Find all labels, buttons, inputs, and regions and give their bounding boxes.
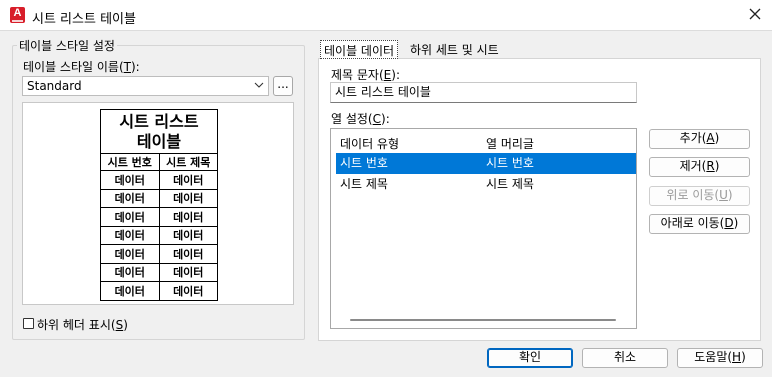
preview-header-sheet-number: 시트 번호 (100, 153, 160, 171)
add-button[interactable]: 추가(A) (649, 129, 750, 149)
column-settings-list[interactable]: 데이터 유형 열 머리글 시트 번호 시트 번호 시트 제목 시트 제목 (330, 128, 637, 329)
list-item-type: 시트 제목 (340, 177, 388, 191)
move-up-button[interactable]: 위로 이동(U) (649, 186, 750, 206)
column-header-data-type[interactable]: 데이터 유형 (340, 133, 399, 155)
table-style-value: Standard (27, 79, 82, 93)
title-text-input[interactable]: 시트 리스트 테이블 (330, 82, 637, 103)
help-button[interactable]: 도움말(H) (677, 348, 763, 368)
table-preview: 시트 리스트 테이블 시트 번호 시트 제목 데이터 데이터 데이터 데이터 데이터 데이터… (22, 102, 294, 305)
ok-button[interactable]: 확인 (487, 348, 573, 368)
preview-cell: 데이터 (158, 188, 218, 208)
chevron-down-icon (254, 82, 264, 88)
close-button[interactable] (740, 2, 770, 28)
preview-row: 데이터 데이터 (100, 225, 218, 245)
subheader-checkbox[interactable] (23, 318, 34, 329)
preview-cell: 데이터 (100, 170, 160, 190)
window-title: 시트 리스트 테이블 (32, 12, 136, 27)
preview-table: 시트 리스트 테이블 시트 번호 시트 제목 데이터 데이터 데이터 데이터 데이터 데이터… (100, 109, 218, 301)
cancel-button[interactable]: 취소 (582, 348, 668, 368)
browse-table-style-button[interactable]: ... (273, 76, 293, 96)
table-style-name-label: 테이블 스타일 이름(T): (23, 60, 140, 74)
title-text-label: 제목 문자(E): (331, 68, 400, 82)
preview-cell: 데이터 (100, 188, 160, 208)
list-item-heading: 시트 번호 (486, 156, 534, 170)
table-style-group-title: 테이블 스타일 설정 (17, 37, 117, 54)
column-settings-label: 열 설정(C): (331, 112, 390, 126)
subheader-checkbox-label: 하위 헤더 표시(S) (37, 318, 128, 332)
remove-button[interactable]: 제거(R) (649, 157, 750, 177)
tab-subsets-and-sheets[interactable]: 하위 세트 및 시트 (407, 40, 502, 59)
preview-cell: 데이터 (158, 170, 218, 190)
preview-title: 시트 리스트 테이블 (100, 109, 218, 154)
preview-cell: 데이터 (100, 225, 160, 245)
preview-row: 데이터 데이터 (100, 244, 218, 264)
horizontal-scrollbar[interactable] (350, 319, 616, 321)
preview-cell: 데이터 (158, 244, 218, 264)
preview-row: 데이터 데이터 (100, 207, 218, 227)
table-style-select[interactable]: Standard (22, 76, 269, 96)
tab-table-data[interactable]: 테이블 데이터 (320, 40, 399, 59)
preview-cell: 데이터 (100, 207, 160, 227)
list-item[interactable]: 시트 번호 시트 번호 (336, 153, 636, 174)
preview-cell: 데이터 (158, 262, 218, 282)
preview-cell: 데이터 (100, 281, 160, 301)
preview-cell: 데이터 (100, 262, 160, 282)
preview-cell: 데이터 (158, 225, 218, 245)
preview-row: 데이터 데이터 (100, 170, 218, 190)
autocad-app-icon: A (10, 7, 25, 23)
preview-row: 데이터 데이터 (100, 281, 218, 301)
close-icon (749, 8, 761, 20)
preview-cell: 데이터 (100, 244, 160, 264)
preview-header-sheet-title: 시트 제목 (158, 153, 218, 171)
preview-cell: 데이터 (158, 207, 218, 227)
preview-row: 데이터 데이터 (100, 262, 218, 282)
list-item-type: 시트 번호 (340, 156, 388, 170)
preview-cell: 데이터 (158, 281, 218, 301)
list-item-heading: 시트 제목 (486, 177, 534, 191)
list-item[interactable]: 시트 제목 시트 제목 (336, 174, 636, 195)
column-header-column-heading[interactable]: 열 머리글 (486, 133, 534, 155)
preview-row: 데이터 데이터 (100, 188, 218, 208)
move-down-button[interactable]: 아래로 이동(D) (649, 214, 750, 234)
